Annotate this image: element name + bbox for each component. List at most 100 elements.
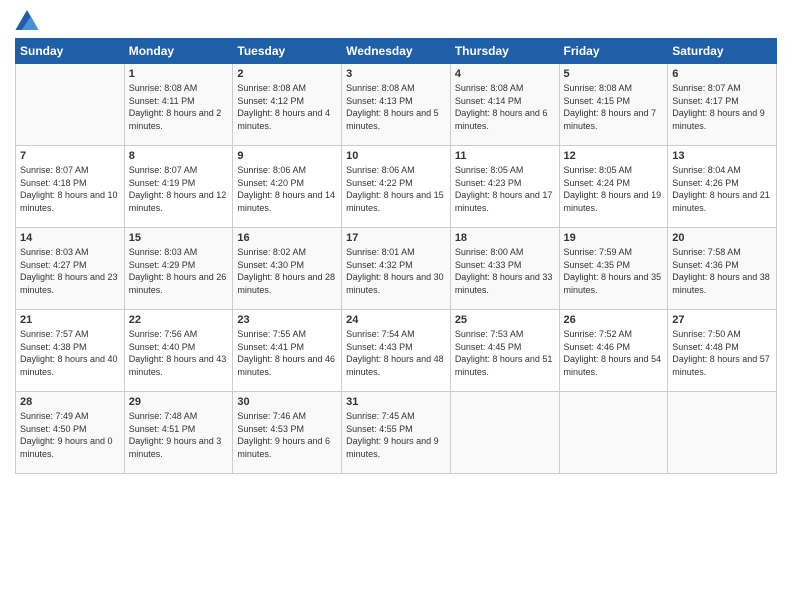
day-number: 6	[672, 68, 772, 80]
cell-1-5: 4 Sunrise: 8:08 AMSunset: 4:14 PMDaylight…	[450, 64, 559, 146]
cell-2-2: 8 Sunrise: 8:07 AMSunset: 4:19 PMDaylight…	[124, 146, 233, 228]
cell-info: Sunrise: 7:53 AMSunset: 4:45 PMDaylight:…	[455, 328, 555, 378]
day-number: 10	[346, 150, 446, 162]
day-number: 25	[455, 314, 555, 326]
cell-2-7: 13 Sunrise: 8:04 AMSunset: 4:26 PMDayligh…	[668, 146, 777, 228]
cell-info: Sunrise: 8:08 AMSunset: 4:12 PMDaylight:…	[237, 82, 337, 132]
cell-4-3: 23 Sunrise: 7:55 AMSunset: 4:41 PMDayligh…	[233, 310, 342, 392]
day-number: 4	[455, 68, 555, 80]
cell-info: Sunrise: 8:08 AMSunset: 4:13 PMDaylight:…	[346, 82, 446, 132]
day-number: 21	[20, 314, 120, 326]
cell-5-3: 30 Sunrise: 7:46 AMSunset: 4:53 PMDayligh…	[233, 392, 342, 474]
cell-info: Sunrise: 8:03 AMSunset: 4:27 PMDaylight:…	[20, 246, 120, 296]
cell-1-3: 2 Sunrise: 8:08 AMSunset: 4:12 PMDaylight…	[233, 64, 342, 146]
logo	[15, 10, 43, 30]
day-number: 5	[564, 68, 664, 80]
cell-3-7: 20 Sunrise: 7:58 AMSunset: 4:36 PMDayligh…	[668, 228, 777, 310]
cell-info: Sunrise: 8:07 AMSunset: 4:19 PMDaylight:…	[129, 164, 229, 214]
cell-5-5	[450, 392, 559, 474]
cell-info: Sunrise: 8:06 AMSunset: 4:20 PMDaylight:…	[237, 164, 337, 214]
cell-3-1: 14 Sunrise: 8:03 AMSunset: 4:27 PMDayligh…	[16, 228, 125, 310]
cell-info: Sunrise: 8:07 AMSunset: 4:18 PMDaylight:…	[20, 164, 120, 214]
col-header-thursday: Thursday	[450, 39, 559, 64]
cell-2-1: 7 Sunrise: 8:07 AMSunset: 4:18 PMDaylight…	[16, 146, 125, 228]
week-row-4: 21 Sunrise: 7:57 AMSunset: 4:38 PMDayligh…	[16, 310, 777, 392]
cell-info: Sunrise: 7:59 AMSunset: 4:35 PMDaylight:…	[564, 246, 664, 296]
day-number: 7	[20, 150, 120, 162]
day-number: 2	[237, 68, 337, 80]
day-number: 8	[129, 150, 229, 162]
cell-3-4: 17 Sunrise: 8:01 AMSunset: 4:32 PMDayligh…	[342, 228, 451, 310]
col-header-saturday: Saturday	[668, 39, 777, 64]
day-number: 13	[672, 150, 772, 162]
cell-5-2: 29Sunrise: 7:48 AMSunset: 4:51 PMDayligh…	[124, 392, 233, 474]
col-header-monday: Monday	[124, 39, 233, 64]
week-row-3: 14 Sunrise: 8:03 AMSunset: 4:27 PMDayligh…	[16, 228, 777, 310]
cell-3-5: 18Sunrise: 8:00 AMSunset: 4:33 PMDayligh…	[450, 228, 559, 310]
cell-info: Sunrise: 7:58 AMSunset: 4:36 PMDaylight:…	[672, 246, 772, 296]
header-row: SundayMondayTuesdayWednesdayThursdayFrid…	[16, 39, 777, 64]
day-number: 1	[129, 68, 229, 80]
cell-info: Sunrise: 8:05 AMSunset: 4:24 PMDaylight:…	[564, 164, 664, 214]
day-number: 24	[346, 314, 446, 326]
cell-5-4: 31Sunrise: 7:45 AMSunset: 4:55 PMDayligh…	[342, 392, 451, 474]
cell-2-4: 10Sunrise: 8:06 AMSunset: 4:22 PMDayligh…	[342, 146, 451, 228]
cell-5-1: 28 Sunrise: 7:49 AMSunset: 4:50 PMDayligh…	[16, 392, 125, 474]
day-number: 22	[129, 314, 229, 326]
cell-info: Sunrise: 7:56 AMSunset: 4:40 PMDaylight:…	[129, 328, 229, 378]
day-number: 12	[564, 150, 664, 162]
cell-5-6	[559, 392, 668, 474]
week-row-1: 1Sunrise: 8:08 AMSunset: 4:11 PMDaylight…	[16, 64, 777, 146]
cell-info: Sunrise: 8:00 AMSunset: 4:33 PMDaylight:…	[455, 246, 555, 296]
week-row-5: 28 Sunrise: 7:49 AMSunset: 4:50 PMDayligh…	[16, 392, 777, 474]
col-header-sunday: Sunday	[16, 39, 125, 64]
day-number: 26	[564, 314, 664, 326]
cell-4-4: 24 Sunrise: 7:54 AMSunset: 4:43 PMDayligh…	[342, 310, 451, 392]
cell-info: Sunrise: 7:46 AMSunset: 4:53 PMDaylight:…	[237, 410, 337, 460]
cell-info: Sunrise: 8:07 AMSunset: 4:17 PMDaylight:…	[672, 82, 772, 132]
cell-info: Sunrise: 7:55 AMSunset: 4:41 PMDaylight:…	[237, 328, 337, 378]
cell-2-3: 9 Sunrise: 8:06 AMSunset: 4:20 PMDaylight…	[233, 146, 342, 228]
cell-1-6: 5 Sunrise: 8:08 AMSunset: 4:15 PMDaylight…	[559, 64, 668, 146]
day-number: 30	[237, 396, 337, 408]
week-row-2: 7 Sunrise: 8:07 AMSunset: 4:18 PMDaylight…	[16, 146, 777, 228]
cell-1-4: 3 Sunrise: 8:08 AMSunset: 4:13 PMDaylight…	[342, 64, 451, 146]
day-number: 23	[237, 314, 337, 326]
cell-info: Sunrise: 8:05 AMSunset: 4:23 PMDaylight:…	[455, 164, 555, 214]
day-number: 29	[129, 396, 229, 408]
cell-info: Sunrise: 7:57 AMSunset: 4:38 PMDaylight:…	[20, 328, 120, 378]
cell-2-6: 12 Sunrise: 8:05 AMSunset: 4:24 PMDayligh…	[559, 146, 668, 228]
cell-4-6: 26Sunrise: 7:52 AMSunset: 4:46 PMDayligh…	[559, 310, 668, 392]
day-number: 3	[346, 68, 446, 80]
day-number: 16	[237, 232, 337, 244]
cell-info: Sunrise: 8:08 AMSunset: 4:15 PMDaylight:…	[564, 82, 664, 132]
cell-info: Sunrise: 8:02 AMSunset: 4:30 PMDaylight:…	[237, 246, 337, 296]
cell-1-7: 6 Sunrise: 8:07 AMSunset: 4:17 PMDaylight…	[668, 64, 777, 146]
day-number: 28	[20, 396, 120, 408]
cell-info: Sunrise: 8:03 AMSunset: 4:29 PMDaylight:…	[129, 246, 229, 296]
day-number: 17	[346, 232, 446, 244]
cell-info: Sunrise: 7:54 AMSunset: 4:43 PMDaylight:…	[346, 328, 446, 378]
cell-5-7	[668, 392, 777, 474]
cell-1-1	[16, 64, 125, 146]
day-number: 31	[346, 396, 446, 408]
day-number: 9	[237, 150, 337, 162]
day-number: 27	[672, 314, 772, 326]
cell-4-5: 25 Sunrise: 7:53 AMSunset: 4:45 PMDayligh…	[450, 310, 559, 392]
day-number: 15	[129, 232, 229, 244]
cell-4-2: 22 Sunrise: 7:56 AMSunset: 4:40 PMDayligh…	[124, 310, 233, 392]
cell-4-7: 27 Sunrise: 7:50 AMSunset: 4:48 PMDayligh…	[668, 310, 777, 392]
day-number: 19	[564, 232, 664, 244]
cell-info: Sunrise: 7:49 AMSunset: 4:50 PMDaylight:…	[20, 410, 120, 460]
cell-3-3: 16 Sunrise: 8:02 AMSunset: 4:30 PMDayligh…	[233, 228, 342, 310]
cell-info: Sunrise: 7:50 AMSunset: 4:48 PMDaylight:…	[672, 328, 772, 378]
day-number: 20	[672, 232, 772, 244]
cell-info: Sunrise: 8:04 AMSunset: 4:26 PMDaylight:…	[672, 164, 772, 214]
cell-1-2: 1Sunrise: 8:08 AMSunset: 4:11 PMDaylight…	[124, 64, 233, 146]
col-header-friday: Friday	[559, 39, 668, 64]
day-number: 14	[20, 232, 120, 244]
cell-3-2: 15 Sunrise: 8:03 AMSunset: 4:29 PMDayligh…	[124, 228, 233, 310]
calendar-table: SundayMondayTuesdayWednesdayThursdayFrid…	[15, 38, 777, 474]
cell-info: Sunrise: 8:01 AMSunset: 4:32 PMDaylight:…	[346, 246, 446, 296]
cell-info: Sunrise: 8:08 AMSunset: 4:14 PMDaylight:…	[455, 82, 555, 132]
